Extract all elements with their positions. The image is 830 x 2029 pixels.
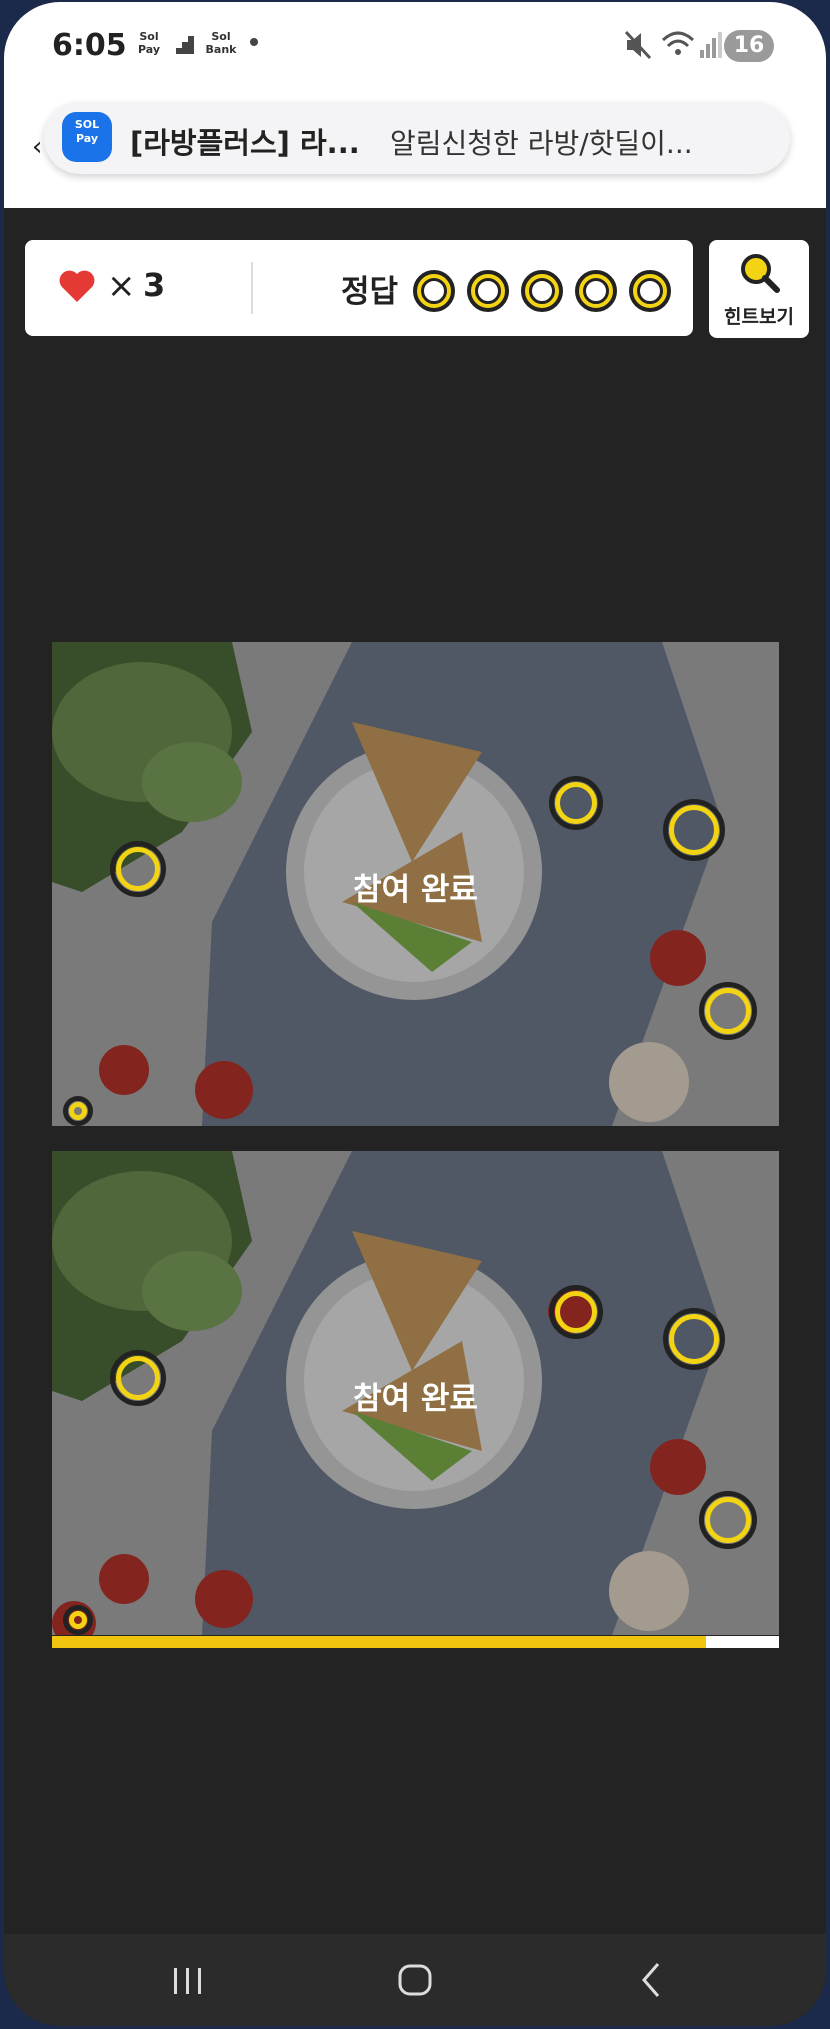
hint-label: 힌트보기 (724, 306, 794, 328)
stairs-icon (176, 36, 194, 54)
status-bar: 6:05 Sol Pay Sol Bank 16 (4, 2, 826, 86)
found-marker (699, 1491, 757, 1549)
sol-pay-icon: Sol Pay (137, 30, 161, 56)
answer-slot (413, 270, 455, 312)
found-marker (63, 1605, 93, 1635)
found-marker (699, 982, 757, 1040)
notification-title: [라방플러스] 라... (130, 126, 360, 160)
answer-slots (413, 270, 671, 312)
found-marker (663, 1308, 725, 1370)
battery-indicator: 16 (724, 30, 774, 62)
puzzle-image-top[interactable]: 참여 완료 (52, 642, 779, 1126)
signal-icon (700, 32, 722, 58)
timer-progress-fill (52, 1636, 707, 1648)
found-marker (63, 1096, 93, 1126)
found-marker (663, 799, 725, 861)
divider (251, 262, 253, 314)
lives-count: 3 (143, 266, 166, 304)
puzzle-image-bottom[interactable]: 참여 완료 (52, 1151, 779, 1635)
score-panel: × 3 정답 (25, 240, 693, 336)
status-time: 6:05 (52, 28, 127, 63)
timer-progress-bar (52, 1636, 779, 1648)
answer-slot (521, 270, 563, 312)
phone-screen: 6:05 Sol Pay Sol Bank 16 ‹ SOL Pay [라방플러… (4, 2, 826, 2026)
found-marker (549, 1285, 603, 1339)
home-icon[interactable] (386, 1954, 446, 2006)
back-icon[interactable] (622, 1954, 682, 2006)
more-dot-icon (250, 38, 258, 46)
system-header: 6:05 Sol Pay Sol Bank 16 ‹ SOL Pay [라방플러… (4, 2, 826, 208)
wifi-icon (661, 31, 695, 55)
navigation-bar (4, 1934, 826, 2026)
mute-icon (624, 30, 652, 60)
notification-body: 알림신청한 라방/핫딜이... (390, 127, 693, 160)
answer-slot (629, 270, 671, 312)
answer-slot (575, 270, 617, 312)
chevron-left-icon[interactable]: ‹ (32, 132, 42, 162)
sol-pay-app-icon: SOL Pay (62, 112, 112, 162)
answer-slot (467, 270, 509, 312)
heart-icon (59, 270, 95, 302)
participation-complete-label: 참여 완료 (353, 1381, 478, 1417)
found-marker (549, 776, 603, 830)
notification-banner[interactable]: ‹ SOL Pay [라방플러스] 라... 알림신청한 라방/핫딜이... (32, 102, 790, 174)
hint-button[interactable]: 힌트보기 (709, 240, 809, 338)
participation-complete-label: 참여 완료 (353, 872, 478, 908)
times-symbol: × (107, 266, 136, 306)
recents-icon[interactable] (158, 1954, 218, 2006)
magnifier-icon (741, 254, 780, 293)
sol-bank-icon: Sol Bank (205, 30, 237, 56)
answer-label: 정답 (341, 274, 399, 310)
